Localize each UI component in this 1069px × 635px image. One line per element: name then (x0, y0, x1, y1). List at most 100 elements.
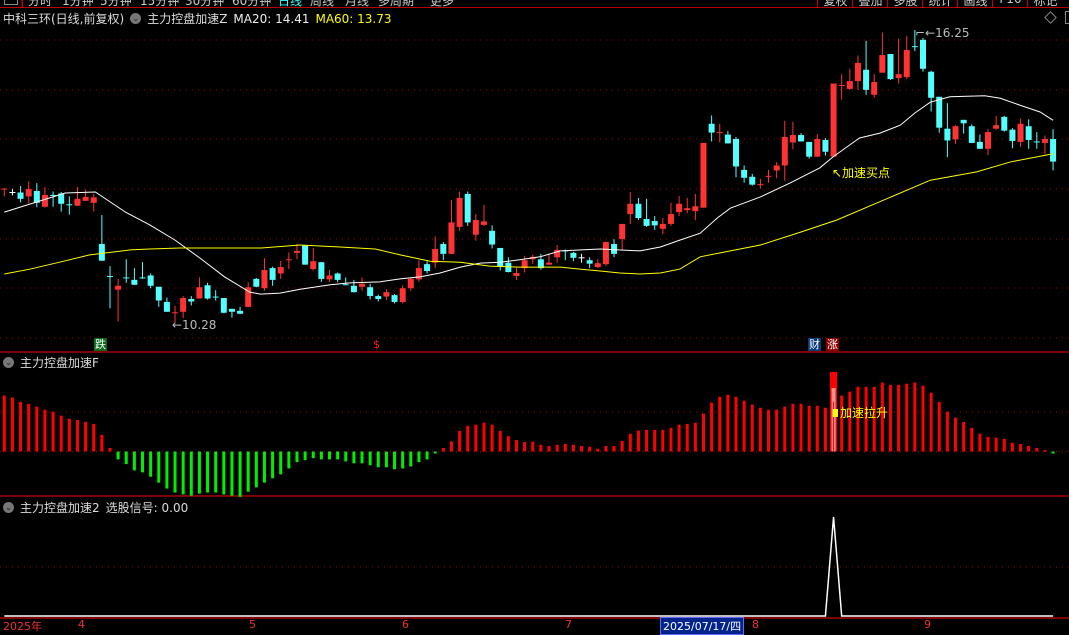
osc-bar-positive (482, 422, 486, 452)
osc-bar-negative (157, 451, 161, 483)
osc-bar-negative (384, 451, 388, 468)
osc-bar-negative (254, 451, 258, 488)
candle-body (204, 285, 211, 299)
candle-body (1025, 126, 1032, 140)
osc-bar-negative (303, 451, 307, 461)
osc-bar-positive (1010, 442, 1014, 452)
candle-body (806, 141, 813, 157)
osc-bar-positive (758, 407, 762, 452)
candle-body (472, 219, 479, 235)
date-axis-label: 7 (565, 618, 572, 631)
osc-bar-positive (962, 421, 966, 452)
osc-bar-positive (580, 445, 584, 452)
candle-body (188, 299, 195, 302)
osc-bar-positive (685, 423, 689, 452)
osc-bar-positive (783, 406, 787, 452)
osc-bar-positive (571, 444, 575, 452)
candle-body (822, 139, 829, 152)
candle-body (163, 301, 170, 312)
signal-title[interactable]: 主力控盘加速2 (20, 499, 100, 516)
candle-body (651, 220, 658, 226)
osc-bar-positive (937, 401, 941, 452)
osc-bar-positive (1019, 444, 1023, 452)
candle-body (854, 62, 861, 82)
osc-bar-negative (262, 451, 266, 483)
candle-body (464, 193, 471, 223)
candle-body (9, 191, 16, 193)
candle-body (635, 203, 642, 219)
candle-body (212, 296, 219, 298)
candle-body (887, 54, 894, 80)
osc-bar-negative (197, 451, 201, 494)
candle-body (578, 257, 585, 259)
candle-body (505, 262, 512, 273)
osc-bar-positive (791, 403, 795, 452)
osc-bar-positive (620, 440, 624, 452)
tag-finance[interactable]: 财 (808, 338, 821, 351)
osc-bar-positive (718, 396, 722, 452)
osc-bar-positive (970, 427, 974, 452)
osc-bar-positive (815, 405, 819, 452)
candle-body (1, 188, 8, 190)
candle-body (123, 277, 130, 279)
candle-body (944, 128, 951, 141)
osc-bar-negative (287, 451, 291, 469)
osc-bar-negative (1051, 451, 1055, 454)
high-arrow-icon: ⌐← (915, 26, 936, 40)
tag-fall[interactable]: 跌 (94, 338, 107, 351)
osc-bar-positive (1027, 445, 1031, 452)
osc-bar-positive (563, 444, 567, 452)
candle-body (846, 81, 853, 89)
candle-body (692, 206, 699, 212)
osc-bar-negative (238, 451, 242, 497)
candle-body (432, 248, 439, 263)
oscillator-title[interactable]: 主力控盘加速F (20, 354, 99, 371)
osc-bar-negative (181, 451, 185, 495)
candle-body (765, 175, 772, 177)
osc-bar-positive (1002, 438, 1006, 452)
osc-bar-positive (823, 407, 827, 452)
osc-bar-positive (84, 421, 88, 452)
osc-bar-positive (2, 395, 6, 452)
osc-bar-positive (767, 409, 771, 452)
osc-bar-positive (636, 430, 640, 452)
candle-body (814, 138, 821, 157)
candle-body (838, 84, 845, 86)
tag-rise[interactable]: 涨 (826, 338, 839, 351)
candle-body (334, 273, 341, 280)
osc-bar-positive (59, 415, 63, 452)
osc-bar-positive (67, 418, 71, 452)
high-price-label: ⌐←16.25 (915, 26, 969, 40)
candle-body (1017, 123, 1024, 142)
date-axis-label: 4 (78, 618, 85, 631)
candle-body (1033, 141, 1040, 143)
candle-body (830, 83, 837, 157)
candle-body (302, 245, 309, 265)
candle-body (66, 204, 73, 206)
osc-bar-positive (807, 405, 811, 452)
osc-bar-positive (929, 392, 933, 452)
osc-bar-negative (165, 451, 169, 489)
kline-chart[interactable] (0, 0, 1069, 624)
tag-dollar[interactable]: $ (370, 338, 383, 351)
osc-bar-positive (945, 411, 949, 452)
osc-bar-positive (588, 446, 592, 452)
candle-body (619, 223, 626, 240)
signal-menu-chevron-icon[interactable]: ⌄ (3, 502, 14, 513)
osc-bar-positive (888, 384, 892, 452)
osc-bar-negative (328, 451, 331, 460)
osc-bar-positive (43, 409, 47, 452)
candle-body (253, 278, 260, 287)
oscillator-menu-chevron-icon[interactable]: ⌄ (3, 357, 14, 368)
osc-bar-positive (954, 417, 958, 452)
osc-bar-negative (360, 451, 364, 464)
osc-bar-positive (498, 431, 502, 452)
candle-body (180, 298, 187, 312)
candle-body (261, 270, 268, 289)
osc-bar-positive (848, 391, 852, 452)
high-price-value: 16.25 (935, 26, 970, 40)
osc-bar-negative (173, 451, 177, 493)
osc-bar-negative (376, 451, 380, 468)
osc-bar-positive (897, 384, 901, 452)
osc-bar-positive (441, 447, 445, 452)
